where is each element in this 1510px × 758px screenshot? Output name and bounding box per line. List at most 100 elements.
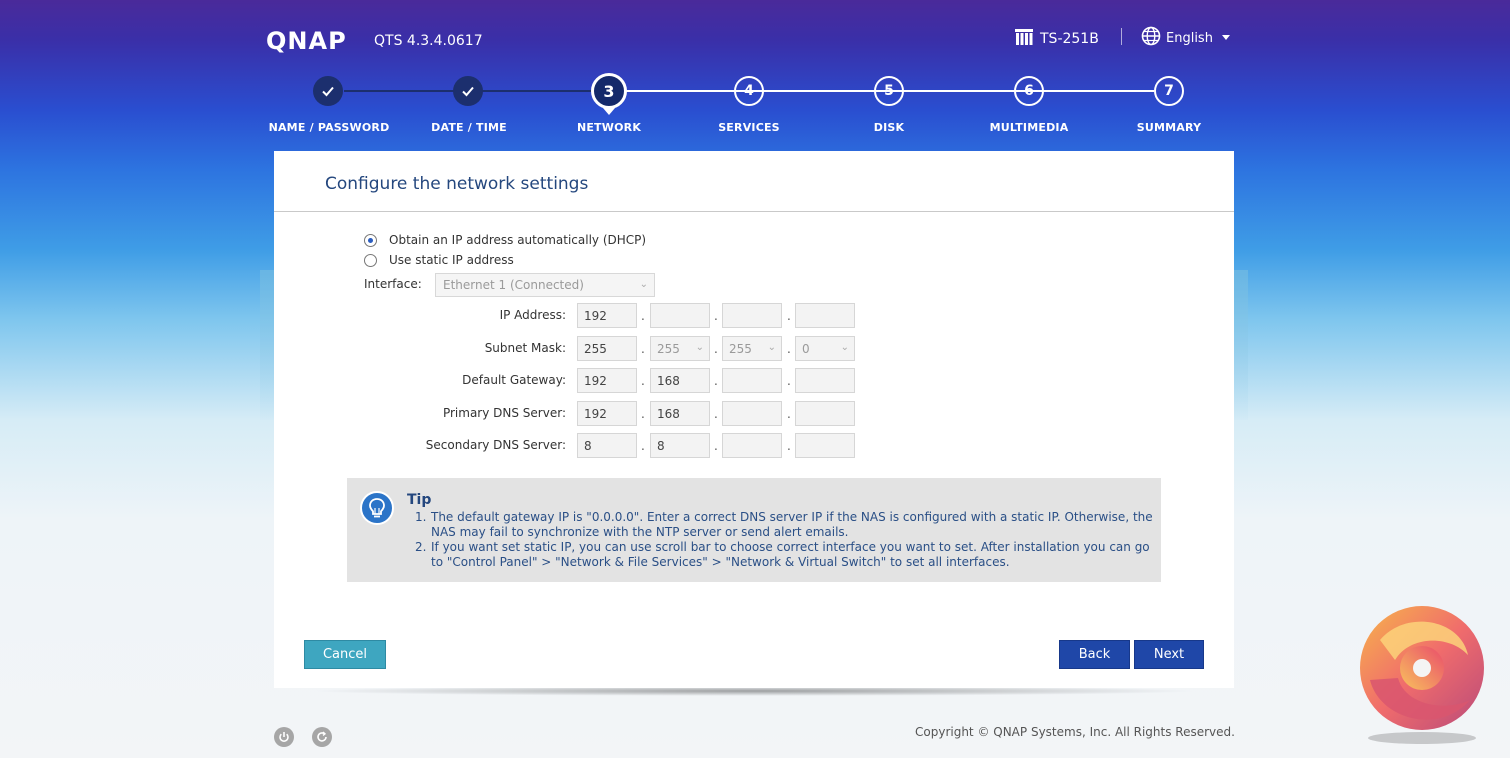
mask-separator: . <box>714 342 718 356</box>
next-button[interactable]: Next <box>1134 640 1204 669</box>
static-ip-option[interactable]: Use static IP address <box>364 253 514 267</box>
step-services: 4 <box>734 76 764 106</box>
mask-separator: . <box>641 342 645 356</box>
dns2-octet-1[interactable]: 8 <box>577 433 637 458</box>
mask-separator: . <box>787 342 791 356</box>
mask-octet-3: 255 <box>729 342 752 356</box>
dns1-octet-3[interactable] <box>722 401 782 426</box>
chevron-down-icon: ⌄ <box>840 342 849 353</box>
dns2-separator: . <box>641 439 645 453</box>
secondary-dns-label: Secondary DNS Server: <box>425 438 566 452</box>
dns1-octet-1[interactable]: 192 <box>577 401 637 426</box>
chevron-down-icon: ⌄ <box>639 279 648 290</box>
gateway-octet-2[interactable]: 168 <box>650 368 710 393</box>
step-label-name-password: NAME / PASSWORD <box>268 121 390 134</box>
tip-item: 2. If you want set static IP, you can us… <box>415 540 1155 570</box>
interface-select[interactable]: Ethernet 1 (Connected) ⌄ <box>435 273 655 297</box>
dns1-separator: . <box>714 407 718 421</box>
ip-separator: . <box>714 309 718 323</box>
chevron-down-icon: ⌄ <box>695 342 704 353</box>
interface-label: Interface: <box>364 277 422 291</box>
dns2-separator: . <box>787 439 791 453</box>
step-label-services: SERVICES <box>718 121 780 134</box>
tip-box: Tip 1. The default gateway IP is "0.0.0.… <box>347 478 1161 582</box>
panel-divider <box>274 211 1234 212</box>
dhcp-radio[interactable] <box>364 233 377 247</box>
dhcp-label: Obtain an IP address automatically (DHCP… <box>389 233 647 247</box>
dns1-octet-2[interactable]: 168 <box>650 401 710 426</box>
step-label-multimedia: MULTIMEDIA <box>989 121 1069 134</box>
mask-octet-2: 255 <box>657 342 680 356</box>
mask-octet-1[interactable]: 255 <box>577 336 637 361</box>
dns1-separator: . <box>641 407 645 421</box>
globe-icon <box>1141 26 1161 50</box>
step-label-summary: SUMMARY <box>1136 121 1202 134</box>
dns1-octet-4[interactable] <box>795 401 855 426</box>
ip-address-label: IP Address: <box>499 308 566 322</box>
dns2-octet-4[interactable] <box>795 433 855 458</box>
ip-separator: . <box>787 309 791 323</box>
primary-dns-label: Primary DNS Server: <box>442 406 566 420</box>
check-icon <box>462 86 474 97</box>
cancel-button[interactable]: Cancel <box>304 640 386 669</box>
interface-value: Ethernet 1 (Connected) <box>443 278 584 292</box>
site-watermark-logo <box>1360 606 1484 744</box>
gateway-separator: . <box>787 374 791 388</box>
dhcp-option[interactable]: Obtain an IP address automatically (DHCP… <box>364 233 646 247</box>
ip-octet-4[interactable] <box>795 303 855 328</box>
power-icon[interactable] <box>274 727 294 747</box>
dns2-octet-2[interactable]: 8 <box>650 433 710 458</box>
tip-item-text: If you want set static IP, you can use s… <box>431 540 1150 569</box>
step-network: 3 <box>591 73 627 109</box>
chevron-down-icon: ⌄ <box>767 342 776 353</box>
qnap-logo: QNAP <box>266 27 347 55</box>
panel-title: Configure the network settings <box>325 174 589 194</box>
ip-separator: . <box>641 309 645 323</box>
dns2-octet-3[interactable] <box>722 433 782 458</box>
tip-list: 1. The default gateway IP is "0.0.0.0". … <box>415 510 1155 570</box>
step-summary: 7 <box>1154 76 1184 106</box>
static-ip-radio[interactable] <box>364 253 377 267</box>
static-ip-label: Use static IP address <box>389 253 514 267</box>
header-divider <box>1121 28 1122 45</box>
ip-octet-2[interactable] <box>650 303 710 328</box>
step-disk: 5 <box>874 76 904 106</box>
step-label-disk: DISK <box>873 121 905 134</box>
ip-octet-3[interactable] <box>722 303 782 328</box>
back-button[interactable]: Back <box>1059 640 1130 669</box>
check-icon <box>322 86 334 97</box>
dns1-separator: . <box>787 407 791 421</box>
server-icon <box>1014 28 1034 50</box>
restart-icon[interactable] <box>312 727 332 747</box>
gateway-octet-4[interactable] <box>795 368 855 393</box>
ip-octet-1[interactable]: 192 <box>577 303 637 328</box>
gateway-octet-1[interactable]: 192 <box>577 368 637 393</box>
step-name-password <box>313 76 343 106</box>
step-multimedia: 6 <box>1014 76 1044 106</box>
panel-glow-left <box>260 270 274 420</box>
gateway-separator: . <box>641 374 645 388</box>
language-label: English <box>1166 30 1213 46</box>
gateway-separator: . <box>714 374 718 388</box>
step-date-time <box>453 76 483 106</box>
network-settings-panel: Configure the network settings Obtain an… <box>274 151 1234 688</box>
tip-item-text: The default gateway IP is "0.0.0.0". Ent… <box>431 510 1153 539</box>
chevron-down-icon[interactable] <box>1222 35 1230 40</box>
tip-item-number: 1. <box>415 510 427 524</box>
gateway-label: Default Gateway: <box>462 373 566 387</box>
device-model-label: TS-251B <box>1040 31 1099 47</box>
mask-octet-2-select[interactable]: 255 ⌄ <box>650 336 710 361</box>
language-selector[interactable]: English <box>1141 26 1213 50</box>
tip-title: Tip <box>407 492 432 508</box>
gateway-octet-3[interactable] <box>722 368 782 393</box>
mask-octet-4: 0 <box>802 342 810 356</box>
step-label-date-time: DATE / TIME <box>431 121 507 134</box>
os-version: QTS 4.3.4.0617 <box>374 33 483 49</box>
copyright-text: Copyright © QNAP Systems, Inc. All Right… <box>915 725 1235 739</box>
tip-item-number: 2. <box>415 540 427 554</box>
mask-octet-4-select[interactable]: 0 ⌄ <box>795 336 855 361</box>
mask-octet-3-select[interactable]: 255 ⌄ <box>722 336 782 361</box>
lightbulb-icon <box>360 491 394 525</box>
dns2-separator: . <box>714 439 718 453</box>
device-model: TS-251B <box>1014 28 1099 50</box>
